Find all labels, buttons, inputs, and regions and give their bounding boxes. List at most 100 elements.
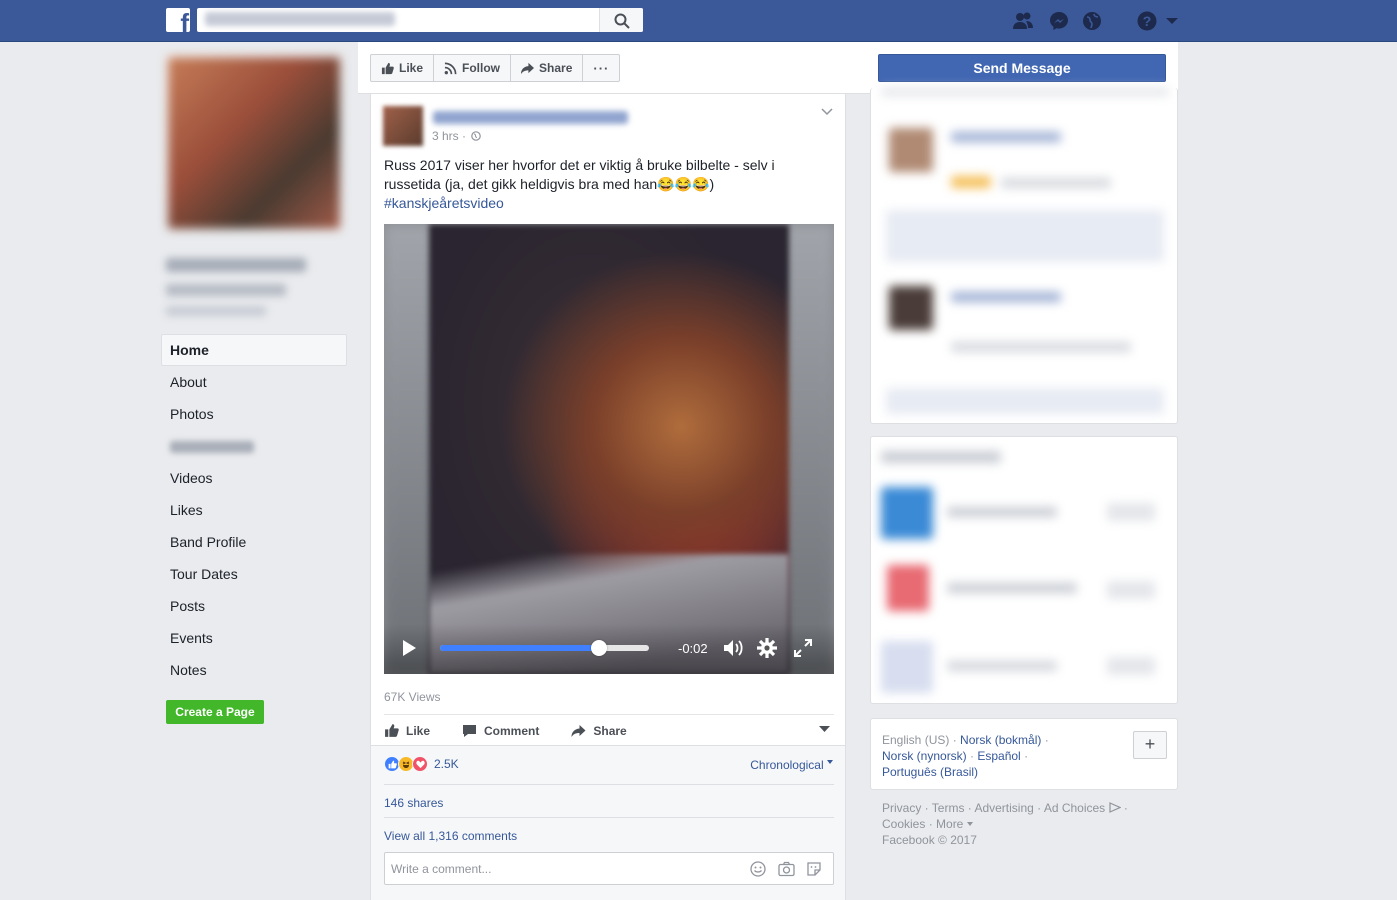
blurred-content <box>947 661 1057 671</box>
like-post-label: Like <box>406 723 431 738</box>
play-icon[interactable] <box>401 639 417 657</box>
create-page-button[interactable]: Create a Page <box>166 700 264 724</box>
settings-gear-icon[interactable] <box>756 637 778 659</box>
blurred-content <box>886 388 1164 414</box>
sidebar-item-band-profile[interactable]: Band Profile <box>161 526 347 558</box>
sidebar-item-tour-dates[interactable]: Tour Dates <box>161 558 347 590</box>
account-dropdown-icon[interactable] <box>1165 14 1179 28</box>
language-link-norsk-bokmal[interactable]: Norsk (bokmål) <box>960 733 1041 747</box>
footer-line-legal[interactable]: Privacy · Terms · Advertising · Ad Choic… <box>882 800 1172 816</box>
rss-follow-icon <box>444 62 457 74</box>
sidebar-item-home[interactable]: Home <box>161 334 347 366</box>
thumbs-up-icon <box>385 724 399 737</box>
sidebar-item-likes[interactable]: Likes <box>161 494 347 526</box>
friend-requests-icon[interactable] <box>1012 10 1034 32</box>
page-action-buttons: Like Follow Share ··· <box>370 54 621 82</box>
messenger-icon[interactable] <box>1048 10 1070 32</box>
blurred-content <box>947 583 1077 593</box>
sidebar-item-videos[interactable]: Videos <box>161 462 347 494</box>
language-selector: English (US) · Norsk (bokmål) · Norsk (n… <box>870 718 1178 790</box>
view-all-comments-link[interactable]: View all 1,316 comments <box>384 829 517 843</box>
blurred-content <box>951 132 1061 142</box>
divider <box>384 784 834 785</box>
footer-legal-links[interactable]: Privacy · Terms · Advertising · Ad Choic… <box>882 801 1105 815</box>
video-progress-bar[interactable] <box>440 640 649 656</box>
comment-input[interactable]: Write a comment... <box>384 852 834 885</box>
love-reaction-icon <box>412 756 428 772</box>
sidebar-item-posts[interactable]: Posts <box>161 590 347 622</box>
profile-picture[interactable] <box>166 55 342 231</box>
page-action-bar: Like Follow Share ··· Send Message <box>358 42 1178 94</box>
search-icon <box>614 13 630 29</box>
comment-sort-label: Chronological <box>750 758 824 772</box>
reaction-count: 2.5K <box>434 757 459 771</box>
ad-choices-icon[interactable] <box>1108 802 1121 813</box>
blurred-content <box>1001 178 1111 188</box>
send-message-button[interactable]: Send Message <box>878 54 1166 82</box>
reaction-summary[interactable]: 2.5K <box>384 756 459 772</box>
follow-button[interactable]: Follow <box>434 55 512 81</box>
like-post-button[interactable]: Like <box>384 723 430 738</box>
current-language: English (US) · <box>882 733 957 747</box>
blurred-content <box>881 88 1169 96</box>
more-caret-icon <box>966 822 973 826</box>
notifications-globe-icon[interactable] <box>1081 10 1103 32</box>
search-query-blurred <box>205 12 395 26</box>
camera-icon[interactable] <box>778 861 795 877</box>
sticker-icon[interactable] <box>806 861 822 877</box>
comment-button[interactable]: Comment <box>462 724 539 738</box>
language-link-espanol[interactable]: Español <box>977 749 1020 763</box>
top-navbar: f ? <box>0 0 1397 42</box>
sidebar-item-photos[interactable]: Photos <box>161 398 347 430</box>
video-scrubber-handle[interactable] <box>590 640 607 656</box>
facebook-logo-icon[interactable]: f <box>166 8 190 32</box>
page-username-blurred <box>166 306 266 316</box>
blurred-thumbnail <box>887 565 929 611</box>
sidebar-item-about[interactable]: About <box>161 366 347 398</box>
post-author-name-blurred[interactable] <box>433 111 628 124</box>
follow-label: Follow <box>462 61 501 75</box>
post-message-text: Russ 2017 viser her hvorfor det er vikti… <box>384 157 775 192</box>
sidebar-item-notes[interactable]: Notes <box>161 654 347 686</box>
feedback-section: 2.5K Chronological 146 shares View all 1… <box>371 745 845 900</box>
search-button[interactable] <box>599 8 643 32</box>
post-hashtag-link[interactable]: #kanskjeåretsvideo <box>384 195 504 211</box>
volume-icon[interactable] <box>722 638 746 658</box>
post-options-chevron-icon[interactable] <box>821 108 833 116</box>
thumbs-up-icon <box>381 62 394 74</box>
share-post-button[interactable]: Share <box>571 724 627 738</box>
blurred-button <box>1107 503 1155 521</box>
footer-more-links[interactable]: Cookies · More <box>882 817 963 831</box>
post-time-text: 3 hrs · <box>432 129 467 143</box>
sidebar-item-blurred[interactable] <box>161 430 347 462</box>
blurred-label <box>170 441 254 454</box>
search-input[interactable] <box>197 8 643 32</box>
comment-placeholder: Write a comment... <box>391 862 492 876</box>
language-link-portugues[interactable]: Português (Brasil) <box>882 765 978 779</box>
share-page-button[interactable]: Share <box>511 55 584 81</box>
more-languages-button[interactable]: + <box>1133 731 1167 759</box>
divider <box>384 817 834 818</box>
footer-links: Privacy · Terms · Advertising · Ad Choic… <box>882 800 1172 848</box>
sidebar-item-events[interactable]: Events <box>161 622 347 654</box>
post-author-avatar[interactable] <box>383 106 423 146</box>
footer-line-more[interactable]: Cookies · More <box>882 816 1172 832</box>
post-timestamp[interactable]: 3 hrs · <box>432 129 482 143</box>
language-link-norsk-nynorsk[interactable]: Norsk (nynorsk) <box>882 749 967 763</box>
shares-link[interactable]: 146 shares <box>384 796 443 810</box>
share-arrow-icon <box>521 62 535 74</box>
post-message: Russ 2017 viser her hvorfor det er vikti… <box>384 156 834 213</box>
blurred-avatar <box>889 128 933 172</box>
video-player[interactable]: -0:02 <box>384 224 834 674</box>
share-options-chevron-icon[interactable] <box>819 725 830 733</box>
comment-sort-dropdown[interactable]: Chronological <box>750 758 833 772</box>
post-actions: Like Comment Share <box>384 714 834 746</box>
fullscreen-icon[interactable] <box>793 638 813 658</box>
more-options-button[interactable]: ··· <box>583 55 619 81</box>
blurred-button <box>1107 581 1155 599</box>
emoji-icon[interactable] <box>750 861 766 877</box>
like-page-button[interactable]: Like <box>371 55 435 81</box>
video-progress-fill <box>440 645 599 651</box>
page-sidebar-nav: Home About Photos Videos Likes Band Prof… <box>161 334 347 686</box>
help-icon[interactable]: ? <box>1136 10 1158 32</box>
